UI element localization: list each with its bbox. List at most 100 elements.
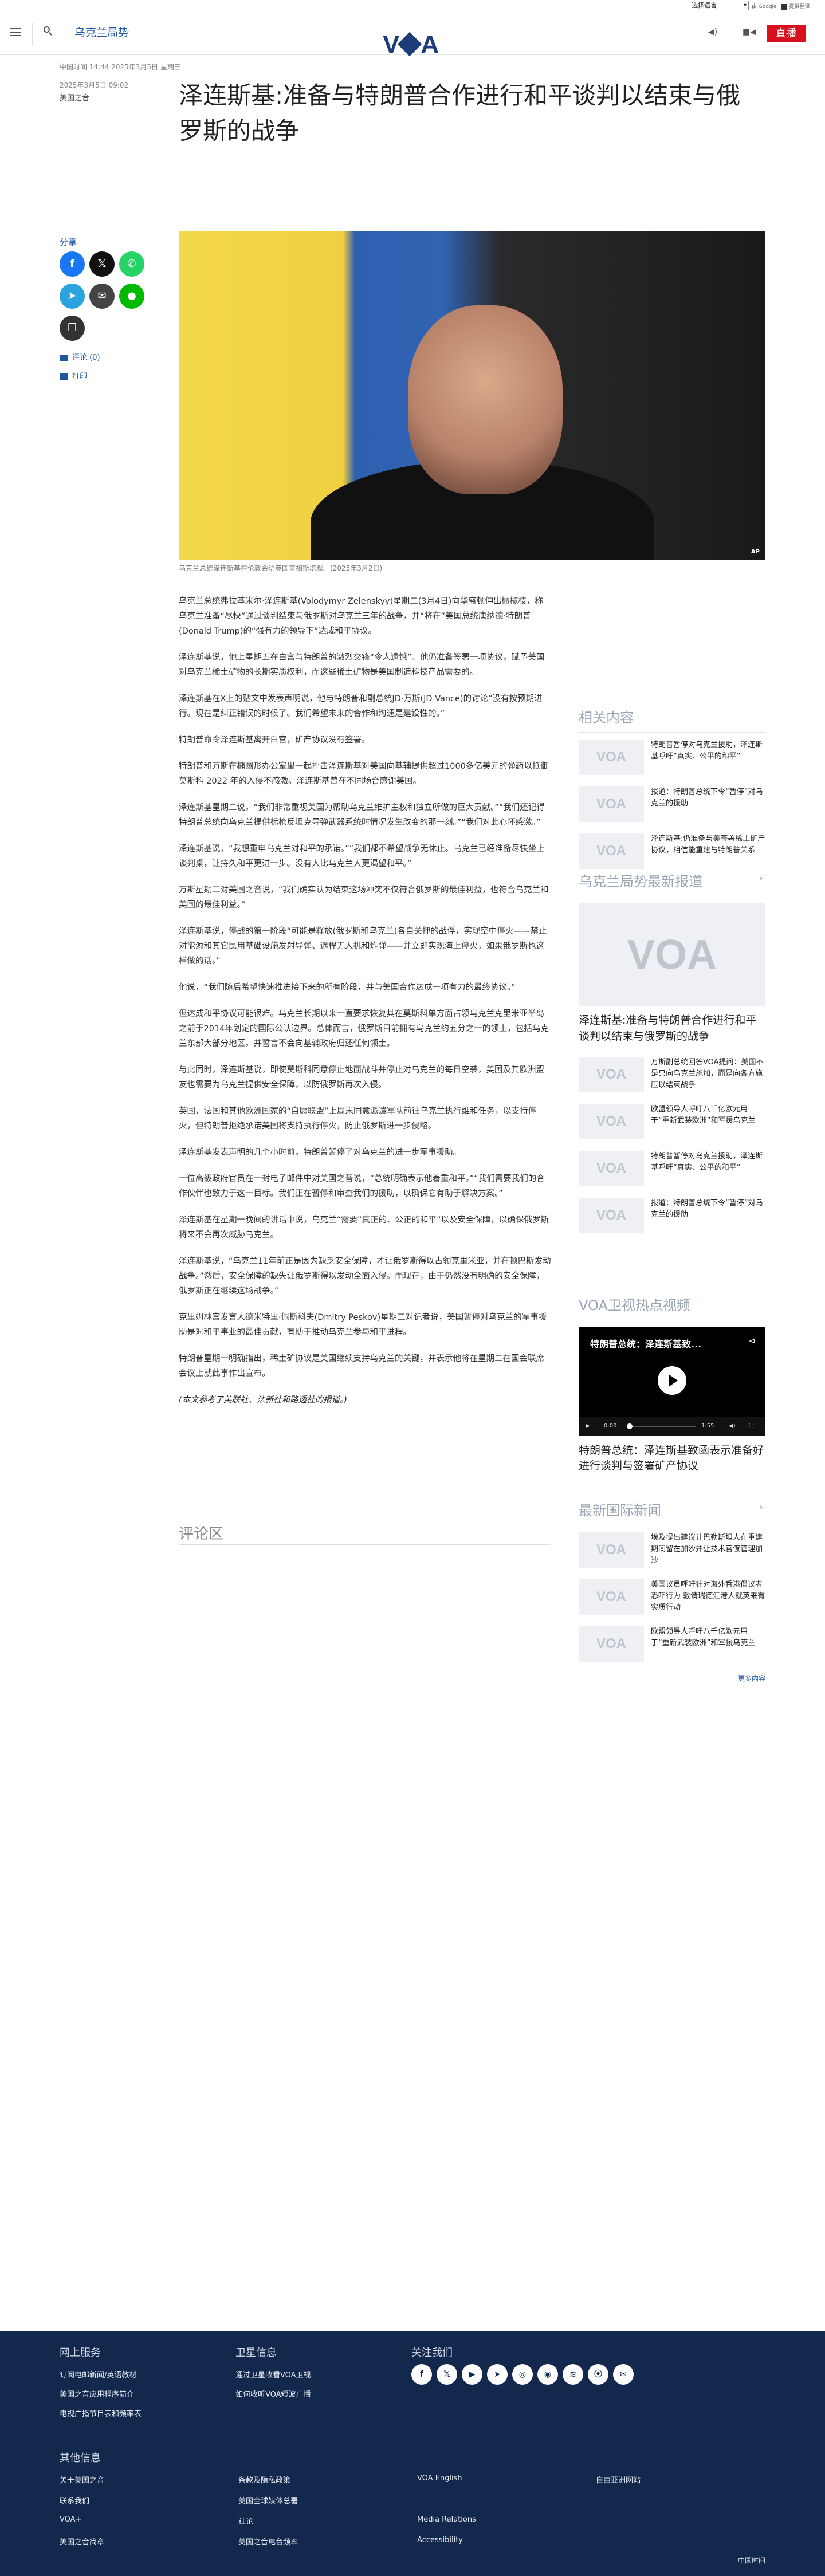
- lead-story-title[interactable]: 泽连斯基:准备与特朗普合作进行和平谈判以结束与俄罗斯的战争: [579, 1012, 765, 1044]
- footer-link[interactable]: 条款及隐私政策: [238, 2474, 290, 2485]
- footer-link[interactable]: 订阅电邮新闻/英语教材: [60, 2369, 136, 2380]
- thumbnail: VOA: [579, 1104, 644, 1139]
- logo-diamond: [398, 32, 422, 57]
- x-icon[interactable]: 𝕏: [437, 2364, 457, 2385]
- line-icon[interactable]: ●: [119, 284, 144, 309]
- share-icon[interactable]: ⋖: [749, 1335, 756, 1346]
- thumbnail: VOA: [579, 1151, 644, 1186]
- live-button[interactable]: 直播: [767, 25, 806, 42]
- section-link[interactable]: 乌克兰局势: [74, 24, 129, 40]
- footer-link[interactable]: 社论: [238, 2515, 253, 2526]
- thumbnail: VOA: [579, 1198, 644, 1233]
- list-item[interactable]: VOA 特朗普暂停对乌克兰援助，泽连斯基呼吁“真实、公平的和平”: [579, 740, 765, 775]
- paragraph: 乌克兰总统弗拉基米尔·泽连斯基(Volodymyr Zelenskyy)星期二(…: [179, 597, 543, 636]
- world-news-title[interactable]: 最新国际新闻 ›: [579, 1499, 765, 1525]
- chevron-right-icon: ›: [759, 872, 763, 884]
- footer-link[interactable]: 关于美国之音: [60, 2474, 104, 2485]
- podcast2-icon[interactable]: ⦿: [588, 2364, 608, 2385]
- site-footer: 网上服务 订阅电邮新闻/英语教材 美国之音应用程序简介 电视广播节目表和频率表 …: [0, 2331, 825, 2576]
- paragraph: 泽连斯基在星期一晚间的讲话中说，乌克兰“需要”真正的、公正的和平”以及安全保障，…: [179, 1216, 549, 1240]
- video-player[interactable]: 特朗普总统：泽连斯基致... ⋖ ▶ 0:00 1:55 ◀) ⛶: [579, 1327, 765, 1436]
- footer-link[interactable]: VOA English: [417, 2474, 462, 2483]
- list-item[interactable]: VOA 报道：特朗普总统下令“暂停”对乌克兰的援助: [579, 786, 765, 822]
- footer-link[interactable]: 电视广播节目表和频率表: [60, 2408, 142, 2418]
- translate-bar: 选择语言 由 Google 提供翻译: [0, 0, 825, 13]
- rss-icon[interactable]: ≋: [563, 2364, 583, 2385]
- sources-note: (本文参考了美联社、法新社和路透社的报道。): [179, 1395, 348, 1405]
- related-title: 相关内容: [579, 706, 765, 733]
- footer-link[interactable]: Media Relations: [417, 2515, 476, 2524]
- language-select[interactable]: 选择语言: [689, 1, 749, 10]
- play-icon[interactable]: ▶: [586, 1423, 590, 1429]
- list-item[interactable]: VOA 埃及提出建议让巴勒斯坦人在重建期间留在加沙并让技术官僚管理加沙: [579, 1532, 765, 1568]
- footer-satellite-title: 卫星信息: [235, 2347, 277, 2359]
- telegram-icon[interactable]: ➤: [487, 2364, 508, 2385]
- instagram-icon[interactable]: ◎: [512, 2364, 533, 2385]
- list-item-title: 泽连斯基:仍准备与美签署稀土矿产协议，相信能重建与特朗普关系: [651, 835, 765, 855]
- dateline: 中国时间 14:44 2025年3月5日 星期三: [60, 63, 181, 71]
- x-icon[interactable]: 𝕏: [89, 251, 115, 277]
- whatsapp-icon[interactable]: ✆: [119, 251, 144, 277]
- fullscreen-icon[interactable]: ⛶: [749, 1423, 753, 1429]
- video-time-end: 1:55: [701, 1423, 714, 1429]
- paragraph: 特朗普和万斯在椭圆形办公室里一起抨击泽连斯基对美国向基辅提供超过1000多亿美元…: [179, 762, 549, 786]
- paragraph: 泽连斯基说，“乌克兰11年前正是因为缺乏安全保障，才让俄罗斯得以占领克里米亚，并…: [179, 1257, 551, 1296]
- chevron-right-icon: ›: [759, 1501, 763, 1513]
- facebook-icon[interactable]: f: [411, 2364, 432, 2385]
- header-divider: [32, 23, 33, 45]
- video-caption[interactable]: 特朗普总统：泽连斯基致函表示准备好进行谈判与签署矿产协议: [579, 1443, 765, 1474]
- print-link[interactable]: 打印: [60, 370, 174, 381]
- voa-logo[interactable]: VA: [383, 30, 439, 58]
- thumbnail: VOA: [579, 1626, 644, 1662]
- list-item[interactable]: VOA 泽连斯基:仍准备与美签署稀土矿产协议，相信能重建与特朗普关系: [579, 833, 765, 869]
- footer-link[interactable]: 通过卫星收看VOA卫视: [235, 2369, 311, 2380]
- image-caption: 乌克兰总统泽连斯基在伦敦会晤英国首相斯塔默。(2025年3月2日): [179, 564, 383, 572]
- list-item[interactable]: VOA 美国议员呼吁针对海外香港倡议者恐吓行为 敦请瑞德汇港人就英来有实质行动: [579, 1579, 765, 1615]
- search-icon[interactable]: [44, 26, 53, 36]
- play-button[interactable]: [658, 1366, 686, 1395]
- menu-icon[interactable]: [10, 28, 21, 36]
- logo-letter-a: A: [421, 30, 439, 58]
- hero-figure-head: [408, 305, 563, 494]
- video-camera-icon[interactable]: ■◀: [742, 27, 756, 37]
- list-item[interactable]: VOA 欧盟领导人呼吁八千亿欧元用于“重新武装欧洲”和军援乌克兰: [579, 1104, 765, 1139]
- copy-link-icon[interactable]: ❐: [60, 316, 85, 341]
- footer-link[interactable]: 美国之音电台频率: [238, 2536, 298, 2547]
- video-progress-knob[interactable]: [627, 1423, 632, 1429]
- list-item[interactable]: VOA 万斯副总统回答VOA提问：美国不是只向乌克兰施加，而是向各方施压以结束战争: [579, 1057, 765, 1092]
- podcast-icon[interactable]: ◉: [537, 2364, 558, 2385]
- speaker-icon[interactable]: ◀): [708, 27, 717, 37]
- comments-divider: [179, 1544, 551, 1545]
- footer-link[interactable]: 如何收听VOA短波广播: [235, 2388, 311, 2399]
- footer-link[interactable]: 联系我们: [60, 2495, 89, 2506]
- list-item[interactable]: VOA 欧盟领导人呼吁八千亿欧元用于“重新武装欧洲”和军援乌克兰: [579, 1626, 765, 1662]
- volume-icon[interactable]: ◀): [729, 1423, 736, 1429]
- video-progress-track[interactable]: [627, 1426, 696, 1427]
- facebook-icon[interactable]: f: [60, 251, 85, 277]
- share-panel: 分享 f 𝕏 ✆ ➤ ✉ ● ❐ 评论 (0) 打印: [60, 236, 174, 389]
- list-item[interactable]: VOA 报道：特朗普总统下令“暂停”对乌克兰的援助: [579, 1198, 765, 1233]
- site-header: 乌克兰局势 VA ◀) ■◀ 直播: [0, 13, 825, 58]
- mail-icon[interactable]: ✉: [89, 284, 115, 309]
- paragraph: 特朗普命令泽连斯基离开白宫，矿产协议没有签署。: [179, 736, 370, 745]
- more-link[interactable]: 更多内容: [579, 1673, 765, 1683]
- telegram-icon[interactable]: ➤: [60, 284, 85, 309]
- footer-link[interactable]: 美国之音简章: [60, 2536, 104, 2547]
- latest-title[interactable]: 乌克兰局势最新报道 ›: [579, 870, 765, 896]
- youtube-icon[interactable]: ▶: [462, 2364, 482, 2385]
- footer-link[interactable]: 美国之音应用程序简介: [60, 2388, 134, 2399]
- footer-link[interactable]: 自由亚洲网站: [596, 2474, 641, 2485]
- footer-link[interactable]: Accessibility: [417, 2536, 463, 2544]
- list-item[interactable]: VOA 特朗普暂停对乌克兰援助，泽连斯基呼吁“真实、公平的和平”: [579, 1151, 765, 1186]
- footer-link[interactable]: VOA+: [60, 2515, 81, 2524]
- google-translate-icon: [781, 3, 788, 10]
- world-news-title-text: 最新国际新闻: [579, 1503, 661, 1519]
- lead-thumbnail[interactable]: VOA: [579, 903, 765, 1006]
- footer-online-title: 网上服务: [60, 2347, 101, 2359]
- footer-link[interactable]: 美国全球媒体总署: [238, 2495, 298, 2506]
- thumbnail: VOA: [579, 833, 644, 869]
- paragraph: 泽连斯基说，他上星期五在白宫与特朗普的激烈交锋“令人遗憾”。他仍准备签署一项协议…: [179, 653, 545, 677]
- comments-link[interactable]: 评论 (0): [60, 351, 174, 362]
- paragraph: 特朗普星期一明确指出，稀土矿协议是美国继续支持乌克兰的关键，并表示他将在星期二在…: [179, 1354, 544, 1378]
- mail-icon[interactable]: ✉: [613, 2364, 634, 2385]
